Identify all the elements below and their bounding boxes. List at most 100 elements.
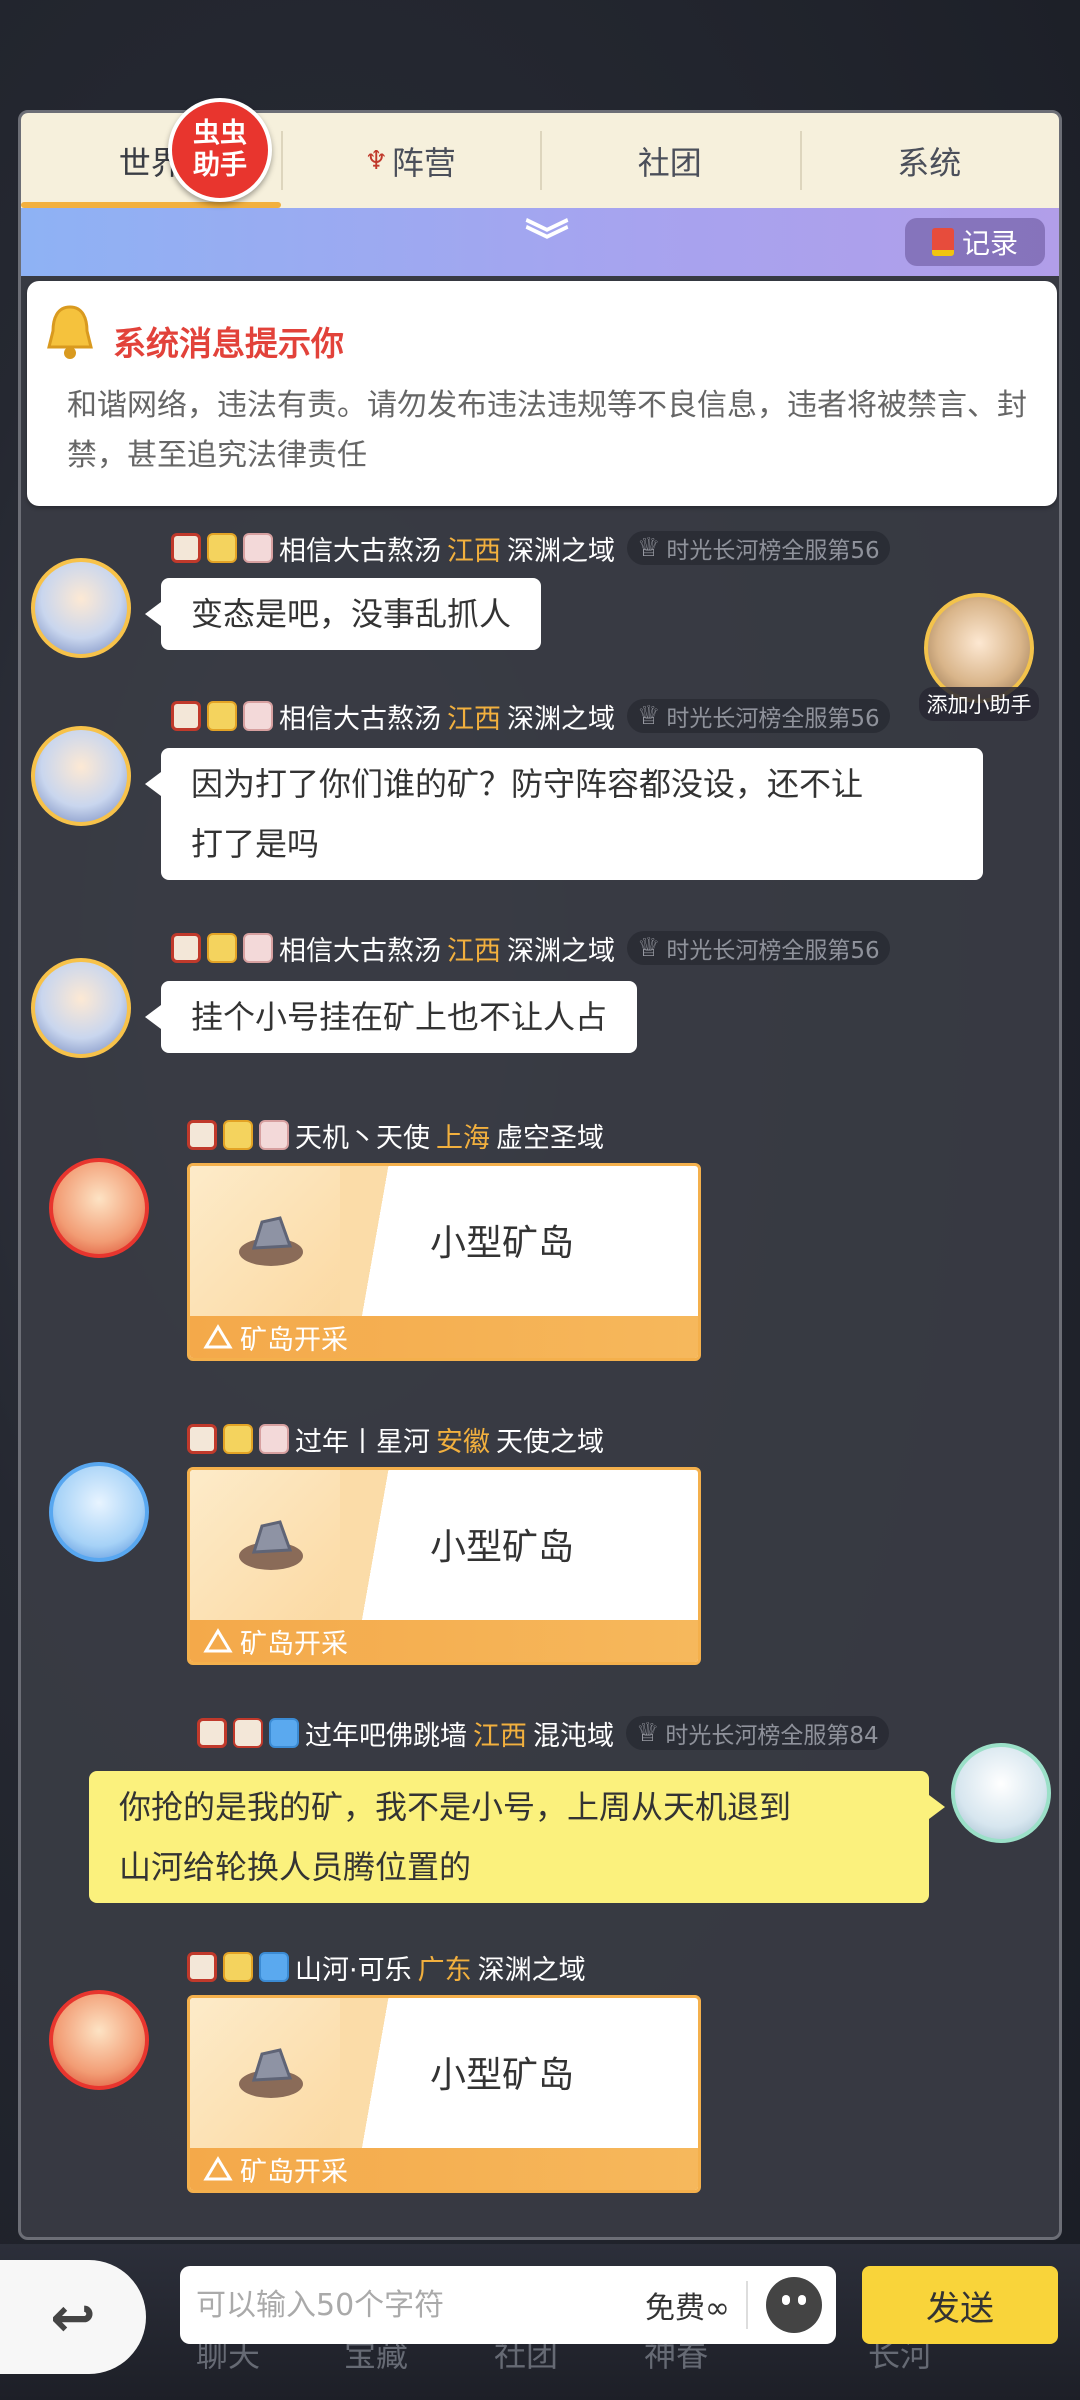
lock-icon [259,1120,289,1150]
tab-faction[interactable]: ♆ 阵营 [280,113,541,208]
avatar[interactable] [49,1990,149,2090]
sender-server: 天使之域 [496,1426,604,1458]
free-label: 免费∞ [645,2291,730,2326]
sender-info: 相信大古熬汤 江西 深渊之域 ♕ 时光长河榜全服第56 [171,928,890,968]
avatar[interactable] [31,726,131,826]
mine-island-card[interactable]: 小型矿岛 矿岛开采 [187,1995,701,2193]
shield-icon [187,1120,217,1150]
message-bubble[interactable]: 变态是吧，没事乱抓人 [144,578,542,650]
card-divider [340,1166,410,1318]
shield-icon [171,533,201,563]
swirl-icon [223,1424,253,1454]
sender-name[interactable]: 相信大古熬汤 [279,697,441,736]
system-notice: 系统消息提示你 和谐网络，违法有责。请勿发布违法违规等不良信息，违者将被禁言、封… [27,281,1057,506]
sender-name[interactable]: 过年吧佛跳墙 [305,1714,467,1753]
rock-island-icon [239,1216,303,1266]
lock-icon [243,701,273,731]
sender-info: 过年吧佛跳墙 江西 混沌域 ♕ 时光长河榜全服第84 [197,1713,889,1753]
rank-text: 时光长河榜全服第56 [666,538,880,564]
swirl-icon [207,933,237,963]
sender-region: 广东 [417,1954,472,1986]
sender-name[interactable]: 相信大古熬汤 [279,529,441,568]
card-divider [340,1470,410,1622]
trophy-icon: ♕ [636,1718,660,1748]
card-footer: 矿岛开采 [190,1620,698,1662]
tab-system-label: 系统 [897,143,962,182]
message-line: 打了是吗 [191,825,320,863]
mine-island-card[interactable]: 小型矿岛 矿岛开采 [187,1467,701,1665]
sender-server: 深渊之域 [477,1954,586,1986]
swirl-icon [223,1120,253,1150]
emoji-icon[interactable] [766,2277,822,2333]
sender-info: 天机丶天使 上海 虚空圣域 [187,1115,604,1155]
sender-info: 相信大古熬汤 江西 深渊之域 ♕ 时光长河榜全服第56 [171,528,890,568]
sender-server: 虚空圣域 [496,1122,604,1154]
swirl-icon [207,701,237,731]
trophy-icon: ♕ [637,701,661,731]
shield-icon [197,1718,227,1748]
avatar[interactable] [31,558,131,658]
sender-name[interactable]: 天机丶天使 [295,1116,430,1155]
divider [746,2281,748,2329]
card-footer-label: 矿岛开采 [240,2156,348,2188]
record-button[interactable]: 记录 [905,218,1045,266]
chat-input[interactable] [180,2266,645,2344]
sender-name[interactable]: 过年丨星河 [295,1420,430,1459]
sender-name[interactable]: 山河·可乐 [295,1948,412,1987]
message-bubble[interactable]: 你抢的是我的矿，我不是小号，上周从天机退到 山河给轮换人员腾位置的 [89,1771,945,1903]
rank-text: 时光长河榜全服第56 [666,706,880,732]
message-line: 山河给轮换人员腾位置的 [119,1848,472,1886]
sender-region: 安徽 [436,1426,490,1458]
avatar[interactable] [31,958,131,1058]
message-bubble[interactable]: 因为打了你们谁的矿？防守阵容都没设，还不让 打了是吗 [145,748,983,880]
male-icon [269,1718,299,1748]
notice-title: 系统消息提示你 [113,324,344,363]
notice-text: 和谐网络，违法有责。请勿发布违法违规等不良信息，违者将被禁言、封禁，甚至追究法律… [67,388,1027,473]
sender-info: 相信大古熬汤 江西 深渊之域 ♕ 时光长河榜全服第56 [171,696,890,736]
shield-icon [187,1424,217,1454]
devil-icon: ♆ [364,145,388,176]
badge-line1: 虫虫 [193,118,247,149]
tab-faction-label: 阵营 [391,143,456,182]
avatar[interactable] [49,1158,149,1258]
sender-server: 深渊之域 [507,935,615,967]
avatar[interactable] [951,1743,1051,1843]
message-line: 你抢的是我的矿，我不是小号，上周从天机退到 [119,1788,792,1826]
avatar[interactable] [49,1462,149,1562]
sender-name[interactable]: 相信大古熬汤 [279,929,441,968]
tab-system[interactable]: 系统 [799,113,1060,208]
rank-badge: ♕ 时光长河榜全服第56 [627,531,890,565]
swirl-icon [207,533,237,563]
red-envelope-icon [931,228,954,256]
rock-island-icon [239,2048,303,2098]
sender-region: 上海 [436,1122,490,1154]
back-button[interactable]: ↩ [0,2260,146,2374]
message-line: 因为打了你们谁的矿？防守阵容都没设，还不让 [191,765,864,803]
devil-icon [233,1718,263,1748]
chongchong-assistant-badge[interactable]: 虫虫 助手 [168,98,272,202]
card-footer-label: 矿岛开采 [240,1324,348,1356]
mine-island-card[interactable]: 小型矿岛 矿岛开采 [187,1163,701,1361]
sender-server: 深渊之域 [507,703,615,735]
rank-badge: ♕ 时光长河榜全服第56 [627,931,890,965]
sender-info: 山河·可乐 广东 深渊之域 [187,1947,586,1987]
swirl-icon [223,1952,253,1982]
double-chevron-down-icon[interactable]: ︾ [523,218,571,266]
record-label: 记录 [961,227,1018,260]
sender-info: 过年丨星河 安徽 天使之域 [187,1419,604,1459]
shield-icon [187,1952,217,1982]
send-button[interactable]: 发送 [862,2266,1058,2344]
lock-icon [243,533,273,563]
sender-region: 江西 [447,935,501,967]
tab-club[interactable]: 社团 [540,113,800,208]
card-footer: 矿岛开采 [190,1316,698,1358]
mining-icon [203,1324,233,1349]
card-footer: 矿岛开采 [190,2148,698,2190]
bell-icon [47,305,93,359]
add-helper-button[interactable]: 添加小助手 [919,593,1039,721]
message-bubble[interactable]: 挂个小号挂在矿上也不让人占 [144,981,638,1053]
sender-server: 混沌域 [533,1720,614,1752]
chat-input-container: 免费∞ [180,2266,836,2344]
collapse-bar[interactable]: ︾ 记录 [21,208,1059,276]
sender-server: 深渊之域 [507,535,615,567]
